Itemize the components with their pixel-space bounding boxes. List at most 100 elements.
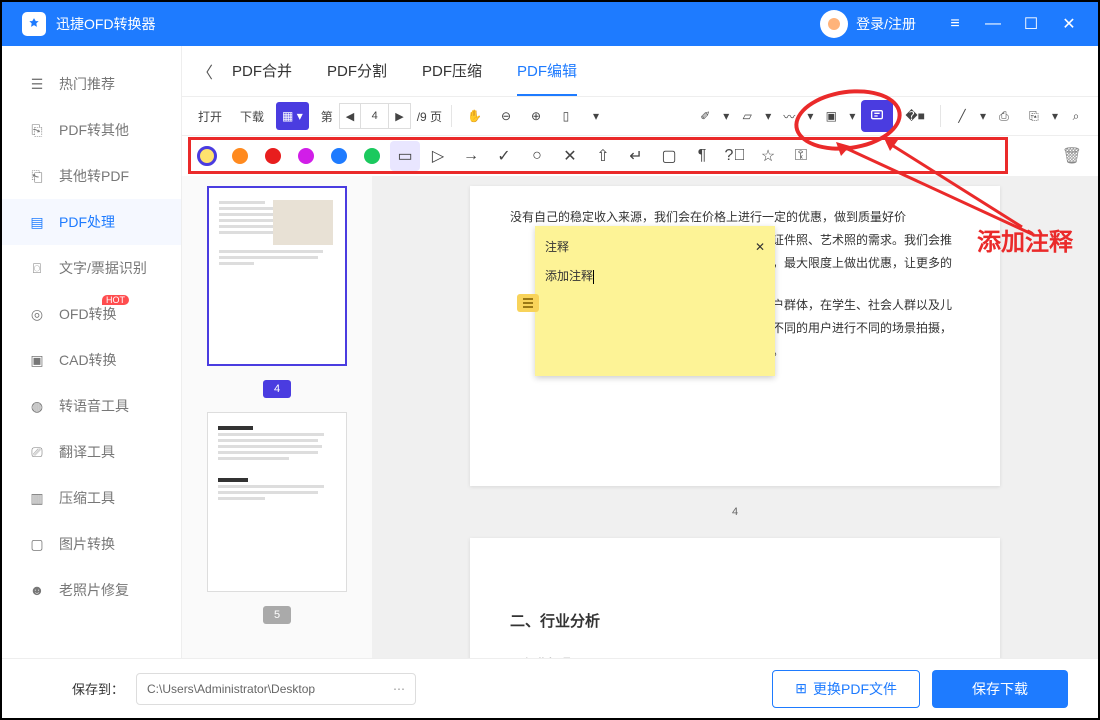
- zoom-out-icon[interactable]: ⊖: [494, 102, 518, 130]
- login-link[interactable]: 登录/注册: [856, 14, 916, 34]
- export-icon: ⎘: [27, 120, 47, 140]
- tab-edit[interactable]: PDF编辑: [517, 46, 577, 96]
- close-icon[interactable]: ✕: [1060, 15, 1078, 33]
- note-close-icon[interactable]: ✕: [755, 236, 765, 259]
- fit-page-icon[interactable]: ▯: [554, 102, 578, 130]
- copy-icon[interactable]: ⎘: [1022, 102, 1046, 130]
- color-swatch-2[interactable]: [291, 141, 321, 171]
- audio-icon: ◍: [27, 396, 47, 416]
- open-button[interactable]: 打开: [192, 102, 228, 130]
- sidebar-item-ocr[interactable]: ⌼文字/票据识别: [2, 245, 181, 291]
- grid-view-button[interactable]: ▦ ▾: [276, 102, 309, 130]
- pencil-icon[interactable]: ✐: [693, 102, 717, 130]
- save-download-button[interactable]: 保存下载: [932, 670, 1068, 708]
- menu-icon[interactable]: ≡: [946, 15, 964, 33]
- highlight-icon[interactable]: ▱: [735, 102, 759, 130]
- color-ring-icon[interactable]: [192, 141, 222, 171]
- comment-shape-icon[interactable]: ▭: [390, 141, 420, 171]
- prev-page-icon[interactable]: ◀: [340, 104, 361, 128]
- main-toolbar: 打开 下载 ▦ ▾ 第 ◀ 4 ▶ /9 页 ✋ ⊖ ⊕ ▯ ▾ ✐▾ ▱▾ 〰…: [182, 96, 1098, 136]
- return-icon[interactable]: ↵: [621, 141, 651, 171]
- textbox-icon[interactable]: �■: [899, 102, 931, 130]
- tab-merge[interactable]: PDF合并: [232, 46, 292, 96]
- translate-icon: ⎚: [27, 442, 47, 462]
- download-button[interactable]: 下载: [234, 102, 270, 130]
- up-arrow-icon[interactable]: ⇧: [588, 141, 618, 171]
- hand-tool-icon[interactable]: ✋: [461, 102, 488, 130]
- tab-split[interactable]: PDF分割: [327, 46, 387, 96]
- triangle-play-icon[interactable]: ▷: [423, 141, 453, 171]
- app-logo-icon: [22, 12, 46, 36]
- sidebar-item-compress[interactable]: ▥压缩工具: [2, 475, 181, 521]
- star-icon[interactable]: ☆: [753, 141, 783, 171]
- annotation-label: 添加注释: [977, 222, 1073, 257]
- search-icon[interactable]: ⌕: [1064, 102, 1088, 130]
- image-insert-icon[interactable]: ▣: [819, 102, 843, 130]
- save-path-value: C:\Users\Administrator\Desktop: [147, 682, 315, 696]
- sidebar-item-hot[interactable]: ☰热门推荐: [2, 61, 181, 107]
- app-title: 迅捷OFD转换器: [56, 14, 156, 34]
- hot-badge: HOT: [102, 295, 129, 305]
- sidebar-item-tts[interactable]: ◍转语音工具: [2, 383, 181, 429]
- circle-shape-icon[interactable]: ○: [522, 141, 552, 171]
- sidebar-item-image[interactable]: ▢图片转换: [2, 521, 181, 567]
- check-icon[interactable]: ✓: [489, 141, 519, 171]
- trash-icon[interactable]: 🗑: [1056, 140, 1088, 172]
- change-file-button[interactable]: ⊞ 更换PDF文件: [772, 670, 920, 708]
- thumbnail-5[interactable]: [207, 412, 347, 592]
- note-anchor-icon[interactable]: [517, 294, 539, 312]
- sidebar-item-cad[interactable]: ▣CAD转换: [2, 337, 181, 383]
- cad-icon: ▣: [27, 350, 47, 370]
- back-icon[interactable]: 〈: [197, 59, 217, 83]
- arrow-right-icon[interactable]: →: [456, 141, 486, 171]
- help-icon[interactable]: ?⃝: [720, 141, 750, 171]
- minimize-icon[interactable]: —: [984, 15, 1002, 33]
- sticky-note-icon[interactable]: ▢: [654, 141, 684, 171]
- thumbnail-panel: 4 5: [182, 176, 372, 658]
- note-button[interactable]: [861, 100, 893, 132]
- sidebar-item-ofd[interactable]: ◎OFD转换HOT: [2, 291, 181, 337]
- paragraph-icon[interactable]: ¶: [687, 141, 717, 171]
- dropdown-icon[interactable]: ▾: [584, 102, 608, 130]
- next-page-icon[interactable]: ▶: [389, 104, 409, 128]
- color-swatch-1[interactable]: [258, 141, 288, 171]
- cross-icon[interactable]: ✕: [555, 141, 585, 171]
- avatar-icon[interactable]: [820, 10, 848, 38]
- current-page[interactable]: 4: [361, 104, 389, 128]
- maximize-icon[interactable]: ☐: [1022, 15, 1040, 33]
- key-icon[interactable]: ⚿: [786, 141, 816, 171]
- zoom-in-icon[interactable]: ⊕: [524, 102, 548, 130]
- sidebar-item-translate[interactable]: ⎚翻译工具: [2, 429, 181, 475]
- note-popup[interactable]: 注释 ✕ 添加注释: [535, 226, 775, 376]
- browse-icon[interactable]: ⋯: [393, 682, 405, 696]
- ofd-icon: ◎: [27, 304, 47, 324]
- page-4: 注释 ✕ 添加注释 没有自己的稳定收入来源，我们会在价格上进行一定的优惠，做到质…: [470, 186, 1000, 486]
- thumbnail-4[interactable]: [207, 186, 347, 366]
- sidebar-item-photo-restore[interactable]: ☻老照片修复: [2, 567, 181, 613]
- titlebar: 迅捷OFD转换器 登录/注册 ≡ — ☐ ✕: [2, 2, 1098, 46]
- note-input[interactable]: 添加注释: [545, 269, 593, 283]
- tabbar: 〈 PDF合并 PDF分割 PDF压缩 PDF编辑: [182, 46, 1098, 96]
- image-icon: ▢: [27, 534, 47, 554]
- save-path-input[interactable]: C:\Users\Administrator\Desktop ⋯: [136, 673, 416, 705]
- compress-icon: ▥: [27, 488, 47, 508]
- page-label-prefix: 第: [321, 108, 333, 125]
- page-text-line: 据不同的用户进行不同的场景拍摄，: [760, 317, 960, 340]
- sidebar: ☰热门推荐 ⎘PDF转其他 ⎗其他转PDF ▤PDF处理 ⌼文字/票据识别 ◎O…: [2, 46, 182, 658]
- color-swatch-0[interactable]: [225, 141, 255, 171]
- sidebar-item-pdf-process[interactable]: ▤PDF处理: [2, 199, 181, 245]
- user-icon: ☻: [27, 580, 47, 600]
- color-swatch-3[interactable]: [324, 141, 354, 171]
- color-swatch-4[interactable]: [357, 141, 387, 171]
- print-icon[interactable]: ⎙: [992, 102, 1016, 130]
- footer-bar: 保存到： C:\Users\Administrator\Desktop ⋯ ⊞ …: [2, 658, 1098, 718]
- tab-compress[interactable]: PDF压缩: [422, 46, 482, 96]
- line-icon[interactable]: ╱: [950, 102, 974, 130]
- freehand-icon[interactable]: 〰: [777, 102, 801, 130]
- page-text-line: 客户群体，在学生、社会人群以及儿: [760, 294, 960, 317]
- sidebar-item-to-pdf[interactable]: ⎗其他转PDF: [2, 153, 181, 199]
- page-text-line: 等，最大限度上做出优惠，让更多的: [760, 252, 960, 275]
- sidebar-item-pdf-to[interactable]: ⎘PDF转其他: [2, 107, 181, 153]
- page-navigator[interactable]: ◀ 4 ▶: [339, 103, 411, 129]
- save-to-label: 保存到：: [72, 679, 124, 698]
